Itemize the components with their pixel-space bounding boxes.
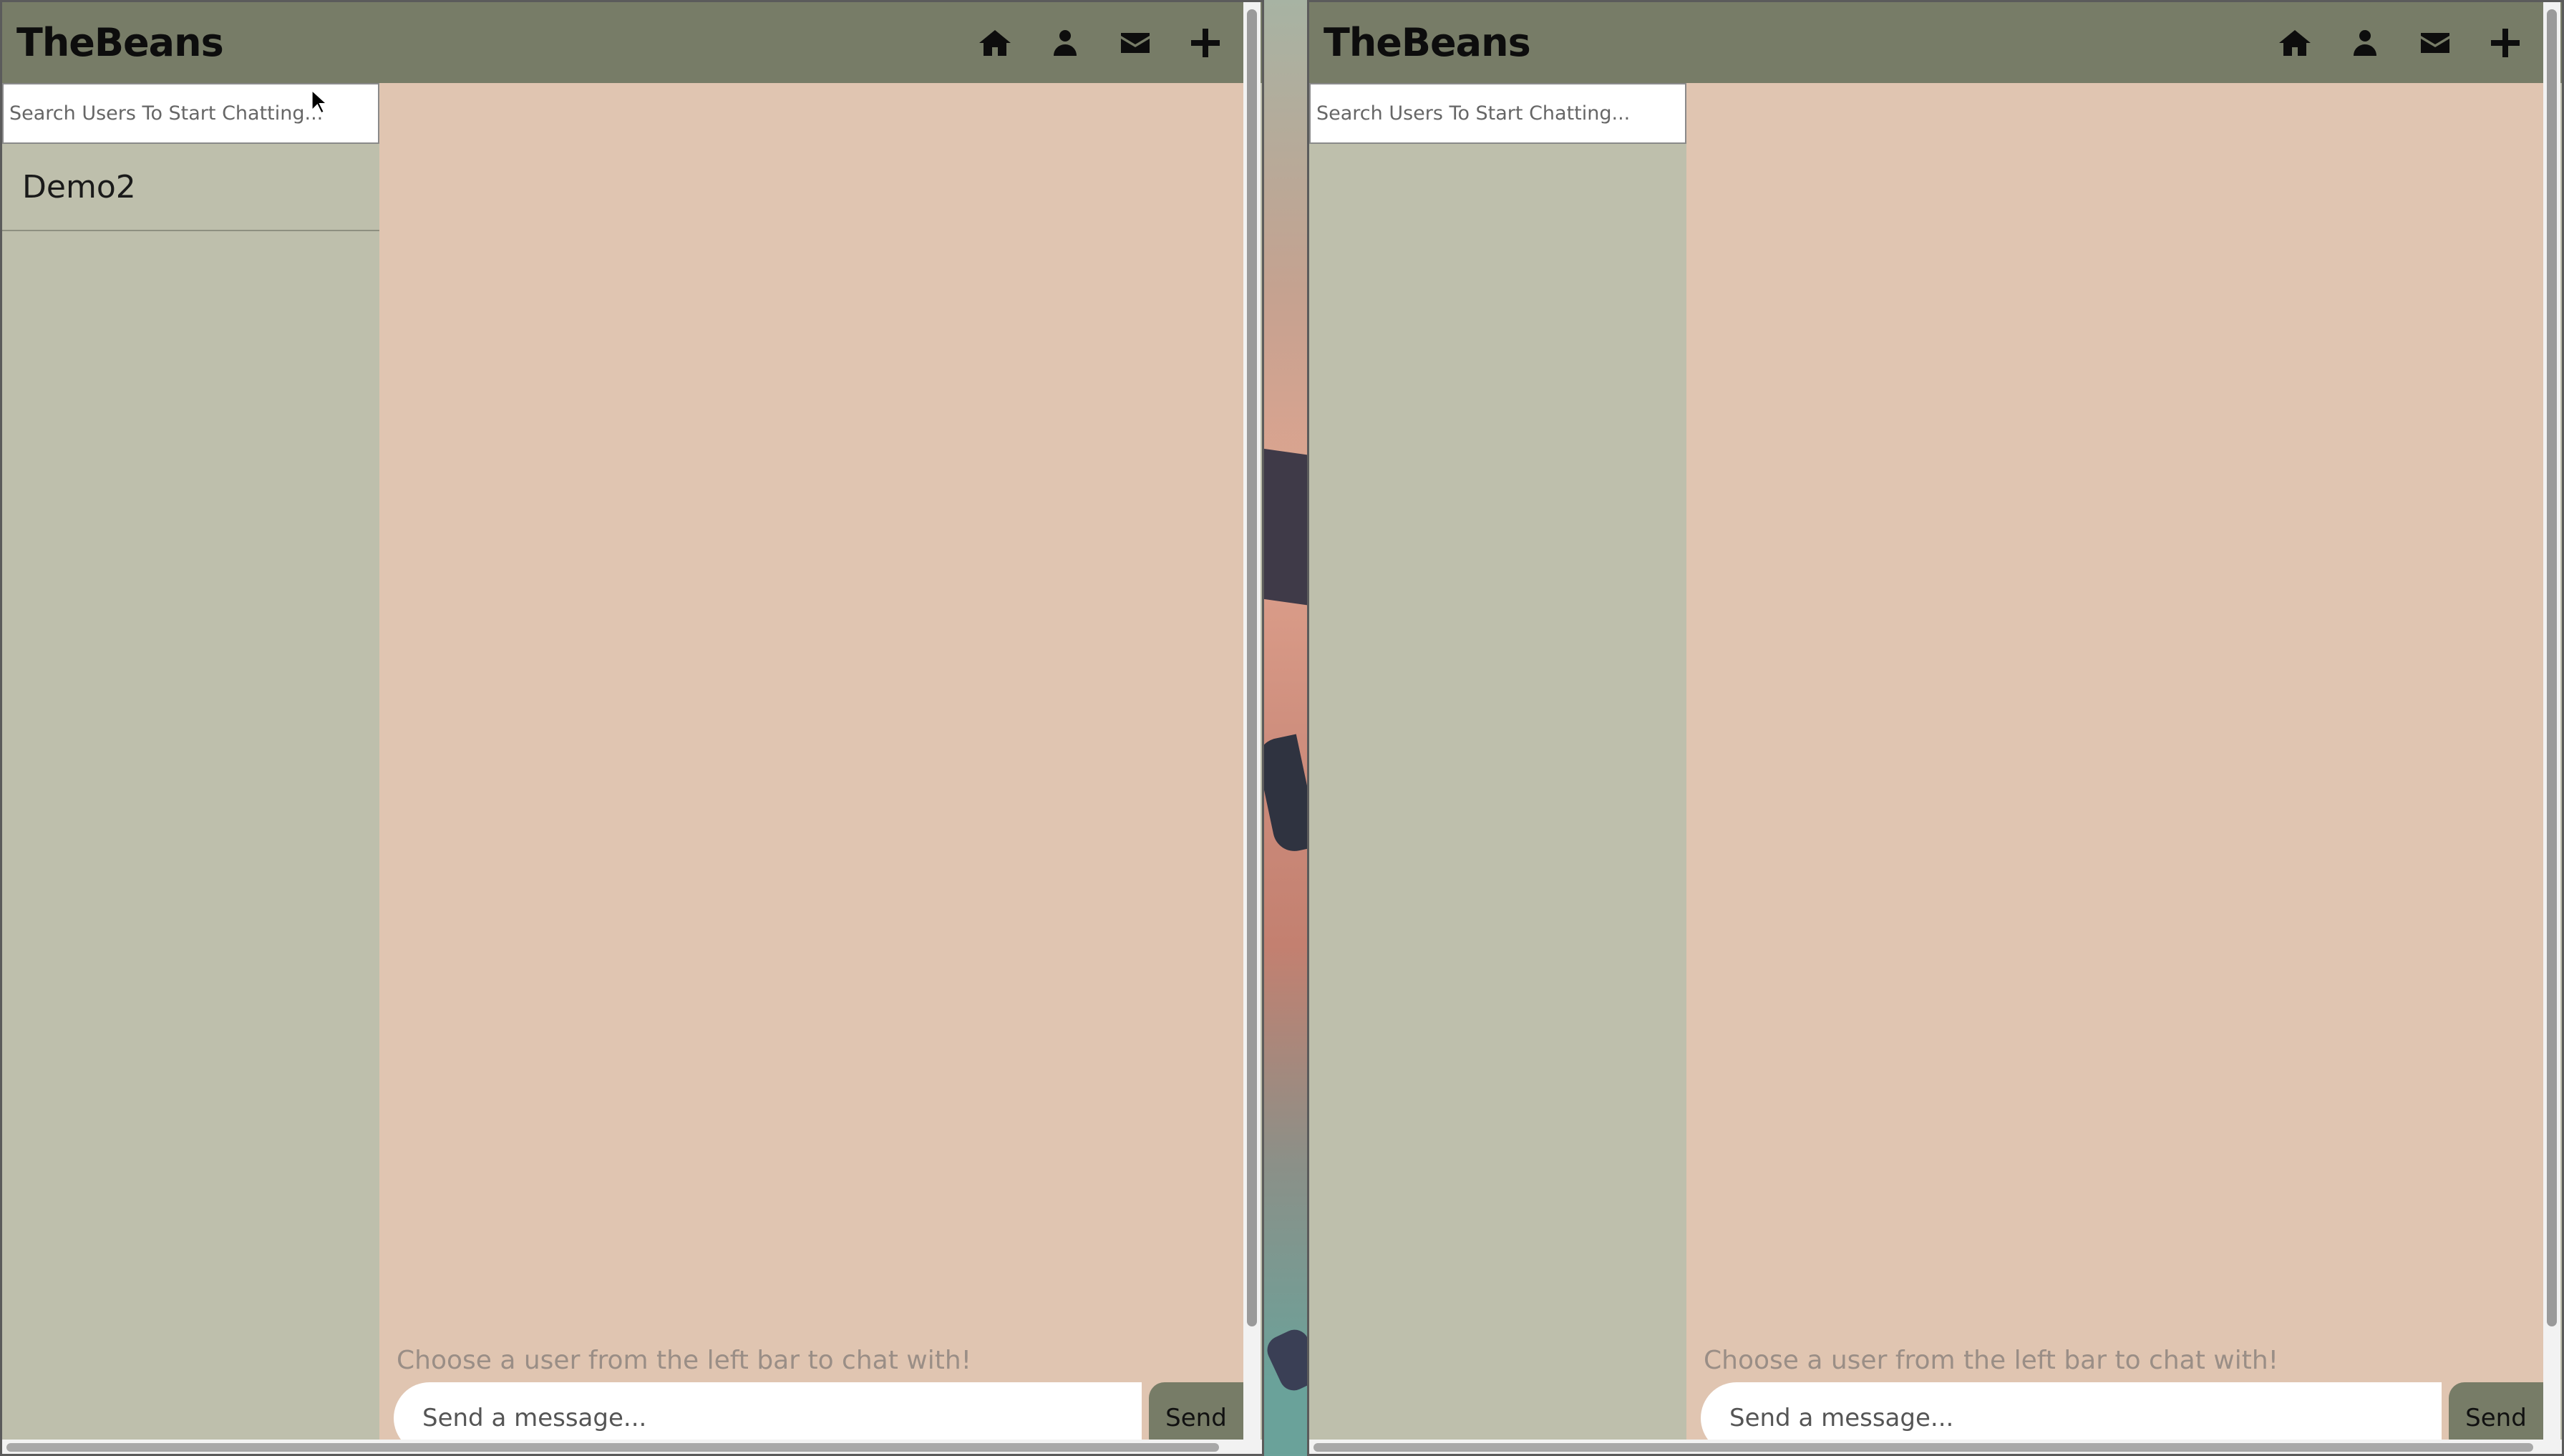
brand-logo[interactable]: TheBeans — [16, 20, 224, 65]
user-icon[interactable] — [1030, 2, 1100, 83]
scrollbar-thumb[interactable] — [1313, 1443, 2533, 1452]
home-icon[interactable] — [2260, 2, 2330, 83]
navbar: TheBeans — [2, 2, 1262, 83]
plus-icon[interactable] — [2470, 2, 2540, 83]
user-icon[interactable] — [2330, 2, 2400, 83]
search-users-input[interactable] — [1309, 83, 1686, 144]
browser-window-right: TheBeans Choose a user from the left bar… — [1307, 0, 2564, 1456]
navbar: TheBeans — [1309, 2, 2562, 83]
nav-icons — [960, 2, 1240, 83]
scrollbar-thumb[interactable] — [2547, 9, 2557, 1326]
vertical-scrollbar[interactable] — [2543, 2, 2560, 1440]
envelope-icon[interactable] — [2400, 2, 2470, 83]
vertical-scrollbar[interactable] — [1243, 2, 1261, 1440]
chat-hint: Choose a user from the left bar to chat … — [1704, 1346, 2279, 1375]
home-icon[interactable] — [960, 2, 1030, 83]
scrollbar-thumb[interactable] — [6, 1443, 1219, 1452]
plus-icon[interactable] — [1170, 2, 1240, 83]
nav-icons — [2260, 2, 2540, 83]
user-list-item-demo2[interactable]: Demo2 — [2, 144, 379, 231]
horizontal-scrollbar[interactable] — [1309, 1440, 2562, 1454]
wallpaper-shape — [1262, 1325, 1308, 1395]
envelope-icon[interactable] — [1100, 2, 1170, 83]
chat-panel: Choose a user from the left bar to chat … — [1686, 83, 2543, 1454]
horizontal-scrollbar[interactable] — [2, 1440, 1262, 1454]
browser-window-left: TheBeans Demo2 Choose a user from the le… — [0, 0, 1264, 1456]
scrollbar-thumb[interactable] — [1247, 9, 1257, 1326]
user-sidebar: Demo2 — [2, 83, 379, 1454]
brand-logo[interactable]: TheBeans — [1324, 20, 1531, 65]
chat-hint: Choose a user from the left bar to chat … — [397, 1346, 972, 1375]
user-sidebar — [1309, 83, 1686, 1454]
chat-panel: Choose a user from the left bar to chat … — [379, 83, 1243, 1454]
